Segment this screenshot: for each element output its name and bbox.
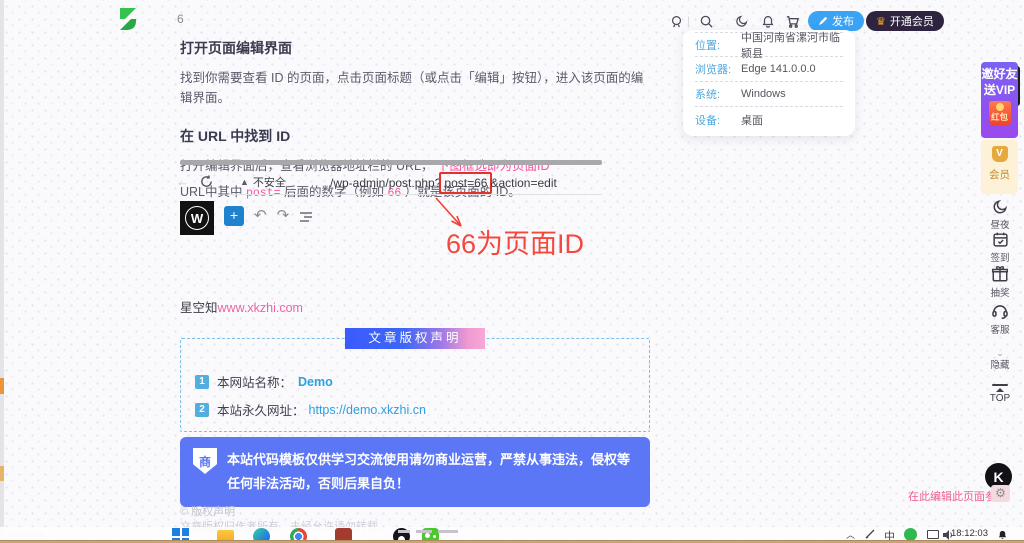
toolbar-hide[interactable]: ⌄ 隐藏	[980, 348, 1020, 371]
number-badge-1: 1	[195, 375, 209, 389]
site-logo[interactable]	[117, 7, 139, 31]
ime-indicator[interactable]: 中	[884, 528, 895, 540]
file-explorer-icon[interactable]	[217, 530, 234, 540]
copyright-item-site-url: 2 本站永久网址： https://demo.xkzhi.cn	[195, 400, 635, 419]
page-id-annotation: 66为页面ID	[446, 222, 584, 261]
visitor-row-device: 设备: 桌面	[695, 107, 843, 132]
chrome-browser-icon[interactable]	[290, 528, 307, 540]
site-url-link[interactable]: https://demo.xkzhi.cn	[309, 403, 426, 417]
red-app-icon[interactable]	[335, 528, 352, 540]
background-window-edge	[0, 0, 4, 543]
top-line-icon	[992, 384, 1008, 386]
gear-icon[interactable]: ⚙	[991, 485, 1010, 502]
windows-taskbar: ︿ 中 18:12:03	[0, 527, 1024, 540]
search-icon[interactable]	[698, 13, 715, 30]
source-link[interactable]: www.xkzhi.com	[218, 301, 303, 315]
footer-copyright: © 版权声明	[180, 503, 235, 519]
header-count: 6	[177, 12, 184, 26]
lamp-icon[interactable]	[668, 13, 685, 30]
post-id-highlight-box: post=66	[439, 172, 492, 194]
refresh-icon	[199, 174, 214, 189]
tray-expand-chevron[interactable]: ︿	[846, 528, 855, 540]
moon-icon	[992, 198, 1009, 215]
gift-icon	[991, 265, 1009, 283]
number-badge-2: 2	[195, 403, 209, 417]
copyright-item-site-name: 1 本网站名称： Demo	[195, 372, 635, 391]
dark-mode-moon-icon[interactable]	[733, 13, 750, 30]
footer-links-remnant	[398, 530, 458, 533]
edge-browser-icon[interactable]	[253, 528, 270, 540]
screenshot-address-bar: ← ▲ 不安全 /wp-admin/post.php?post=66&actio…	[180, 168, 602, 195]
section-heading-open-editor: 打开页面编辑界面	[180, 38, 650, 58]
visitor-row-browser: 浏览器: Edge 141.0.0.0	[695, 57, 843, 82]
redo-icon: ↷	[277, 208, 290, 223]
section-heading-find-id: 在 URL 中找到 ID	[180, 126, 650, 146]
legal-notice-box: 商 本站代码模板仅供学习交流使用请勿商业运营，严禁从事违法，侵权等任何非法活动，…	[180, 437, 650, 507]
shield-icon: 商	[193, 448, 217, 474]
pencil-icon	[818, 16, 828, 26]
address-bar-url: /wp-admin/post.php?post=66&action=edit	[330, 172, 557, 194]
embedded-screenshot: ← ▲ 不安全 /wp-admin/post.php?post=66&actio…	[180, 160, 602, 270]
tray-notification-bell-icon[interactable]	[997, 529, 1008, 540]
visitor-row-system: 系统: Windows	[695, 82, 843, 107]
list-view-icon	[299, 211, 315, 223]
site-name-value: Demo	[298, 375, 333, 389]
copyright-declaration-box: 文章版权声明 1 本网站名称： Demo 2 本站永久网址： https://d…	[180, 338, 650, 432]
undo-icon: ↶	[254, 208, 267, 223]
cart-icon[interactable]	[784, 13, 801, 30]
toolbar-checkin[interactable]: 签到	[980, 231, 1020, 264]
tray-pen-icon[interactable]	[864, 528, 876, 540]
screenshot-top-bar	[180, 160, 602, 165]
calendar-icon	[992, 231, 1009, 248]
caret-up-icon	[996, 388, 1004, 392]
toolbar-back-to-top[interactable]: TOP	[980, 384, 1020, 404]
visitor-info-card: 位置: 中国河南省漯河市临颍县 浏览器: Edge 141.0.0.0 系统: …	[683, 30, 855, 136]
tray-clock[interactable]: 18:12:03	[948, 528, 988, 539]
headset-icon	[991, 302, 1009, 320]
toolbar-night-mode[interactable]: 昼夜	[980, 198, 1020, 231]
copyright-banner: 文章版权声明	[345, 328, 485, 349]
notifications-bell-icon[interactable]	[759, 13, 776, 30]
add-block-button: +	[224, 206, 244, 226]
crown-icon: ♛	[876, 15, 886, 28]
toolbar-customer-service[interactable]: 客服	[980, 302, 1020, 336]
membership-banner[interactable]: V 会员	[981, 140, 1018, 194]
not-secure-label: 不安全	[253, 174, 286, 190]
invite-vip-banner[interactable]: 邀好友 送VIP 红包	[981, 62, 1018, 138]
source-line: 星空知www.xkzhi.com	[180, 297, 303, 316]
header-divider: |	[687, 14, 690, 28]
tray-green-app-icon[interactable]	[904, 528, 917, 540]
tray-display-icon[interactable]	[927, 530, 939, 539]
wordpress-logo: W	[180, 201, 214, 235]
red-packet-icon: 红包	[989, 101, 1011, 125]
warning-triangle-icon: ▲	[240, 177, 249, 187]
windows-start-icon[interactable]	[172, 528, 189, 540]
vip-badge-icon: V	[992, 146, 1008, 162]
paragraph-open-editor: 找到你需要查看 ID 的页面，点击页面标题（或点击「编辑」按钮），进入该页面的编…	[180, 68, 650, 108]
open-membership-button[interactable]: ♛ 开通会员	[866, 11, 944, 31]
back-arrow-icon: ←	[176, 174, 189, 189]
visitor-row-location: 位置: 中国河南省漯河市临颍县	[695, 32, 843, 57]
toolbar-lottery[interactable]: 抽奖	[980, 265, 1020, 299]
